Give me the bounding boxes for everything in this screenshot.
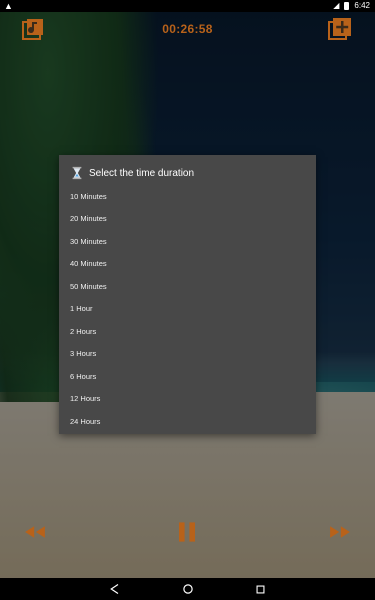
home-icon[interactable] xyxy=(179,580,197,598)
duration-options: 10 Minutes 20 Minutes 30 Minutes 40 Minu… xyxy=(59,185,316,433)
signal-icon: ◢ xyxy=(333,1,340,10)
dialog-title-row: Select the time duration xyxy=(69,165,194,181)
rewind-icon[interactable] xyxy=(18,515,52,549)
duration-option-40-minutes[interactable]: 40 Minutes xyxy=(59,253,316,276)
duration-option-20-minutes[interactable]: 20 Minutes xyxy=(59,208,316,231)
elapsed-timer: 00:26:58 xyxy=(162,22,213,36)
hourglass-icon xyxy=(69,165,85,181)
status-time: 6:42 xyxy=(354,1,370,10)
fast-forward-icon[interactable] xyxy=(323,515,357,549)
status-icons: ◢ 6:42 xyxy=(333,1,370,10)
dialog-title: Select the time duration xyxy=(89,167,195,179)
warning-icon: ▲ xyxy=(4,1,13,11)
navigation-bar xyxy=(0,578,375,600)
duration-option-6-hours[interactable]: 6 Hours xyxy=(59,365,316,388)
back-icon[interactable] xyxy=(106,580,124,598)
duration-option-50-minutes[interactable]: 50 Minutes xyxy=(59,275,316,298)
battery-icon xyxy=(344,1,350,10)
duration-option-2-hours[interactable]: 2 Hours xyxy=(59,320,316,343)
time-duration-dialog: Select the time duration 10 Minutes 20 M… xyxy=(59,155,316,434)
duration-option-30-minutes[interactable]: 30 Minutes xyxy=(59,230,316,253)
duration-option-3-hours[interactable]: 3 Hours xyxy=(59,343,316,366)
duration-option-24-hours[interactable]: 24 Hours xyxy=(59,410,316,433)
status-bar: ▲ ◢ 6:42 xyxy=(0,0,375,12)
add-playlist-icon[interactable] xyxy=(327,16,353,42)
top-bar: 00:26:58 xyxy=(0,12,375,48)
pause-icon[interactable] xyxy=(172,515,202,549)
duration-option-1-hour[interactable]: 1 Hour xyxy=(59,298,316,321)
duration-option-12-hours[interactable]: 12 Hours xyxy=(59,388,316,411)
playback-controls xyxy=(0,515,375,549)
duration-option-10-minutes[interactable]: 10 Minutes xyxy=(59,185,316,208)
recents-icon[interactable] xyxy=(252,580,270,598)
